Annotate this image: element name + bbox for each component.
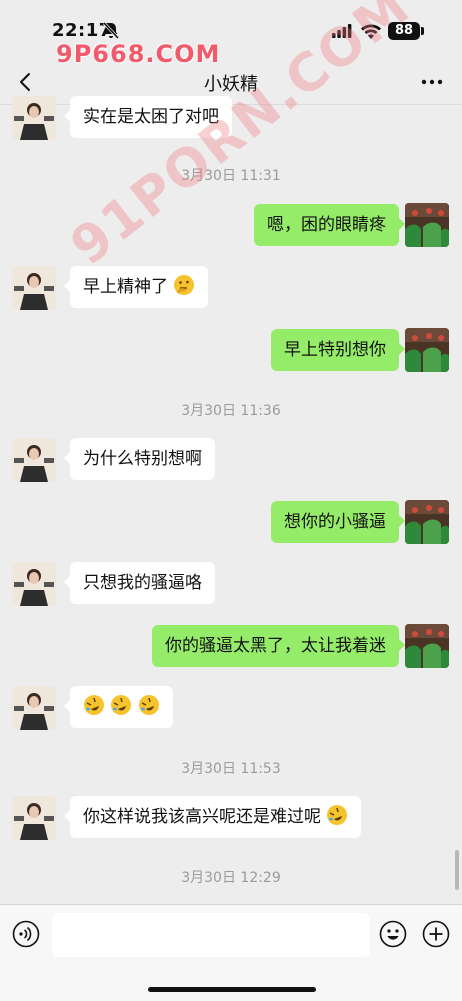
message-bubble-incoming[interactable]: 为什么特别想啊 [64,438,215,480]
more-options-icon[interactable] [418,72,446,92]
rolling-laughing-face-icon [327,805,348,825]
battery-tip [421,27,424,35]
emoji-picker-icon[interactable] [379,920,407,948]
message-bubble-outgoing[interactable]: 早上特别想你 [271,329,405,371]
contact-avatar[interactable] [12,796,56,840]
message-bubble-incoming[interactable] [64,686,173,728]
contact-avatar[interactable] [12,438,56,482]
own-avatar[interactable] [405,500,449,544]
message-timestamp: 3月30日 11:36 [181,403,281,419]
contact-avatar[interactable] [12,686,56,730]
plus-icon[interactable] [422,920,450,948]
contact-avatar[interactable] [12,266,56,310]
rolling-laughing-face-icon [111,695,132,715]
message-bubble-outgoing[interactable]: 嗯，困的眼睛疼 [254,204,405,246]
own-avatar[interactable] [405,203,449,247]
voice-input-icon[interactable] [12,920,40,948]
home-indicator [148,987,316,992]
message-text: 早上精神了 [83,277,168,297]
own-avatar[interactable] [405,624,449,668]
rolling-laughing-face-icon [138,695,159,715]
contact-avatar[interactable] [12,562,56,606]
message-bubble-outgoing[interactable]: 想你的小骚逼 [271,501,405,543]
message-text: 你这样说我该高兴呢还是难过呢 [83,807,321,827]
message-bubble-incoming[interactable]: 早上精神了 [63,266,209,308]
own-avatar[interactable] [405,328,449,372]
message-timestamp: 3月30日 12:29 [181,870,281,886]
message-timestamp: 3月30日 11:53 [181,761,281,777]
message-bubble-outgoing[interactable]: 你的骚逼太黑了，太让我着迷 [152,625,405,667]
message-bubble-incoming[interactable]: 只想我的骚逼咯 [64,562,215,604]
thinking-face-icon [174,275,195,295]
bell-muted-icon [102,21,120,40]
input-bar [0,904,462,1001]
scrollbar[interactable] [455,850,459,890]
message-input[interactable] [52,913,370,957]
message-bubble-incoming[interactable]: 你这样说我该高兴呢还是难过呢 [63,796,362,838]
contact-avatar[interactable] [12,96,56,140]
rolling-laughing-face-icon [84,695,104,715]
chat-title: 小妖精 [204,74,258,95]
